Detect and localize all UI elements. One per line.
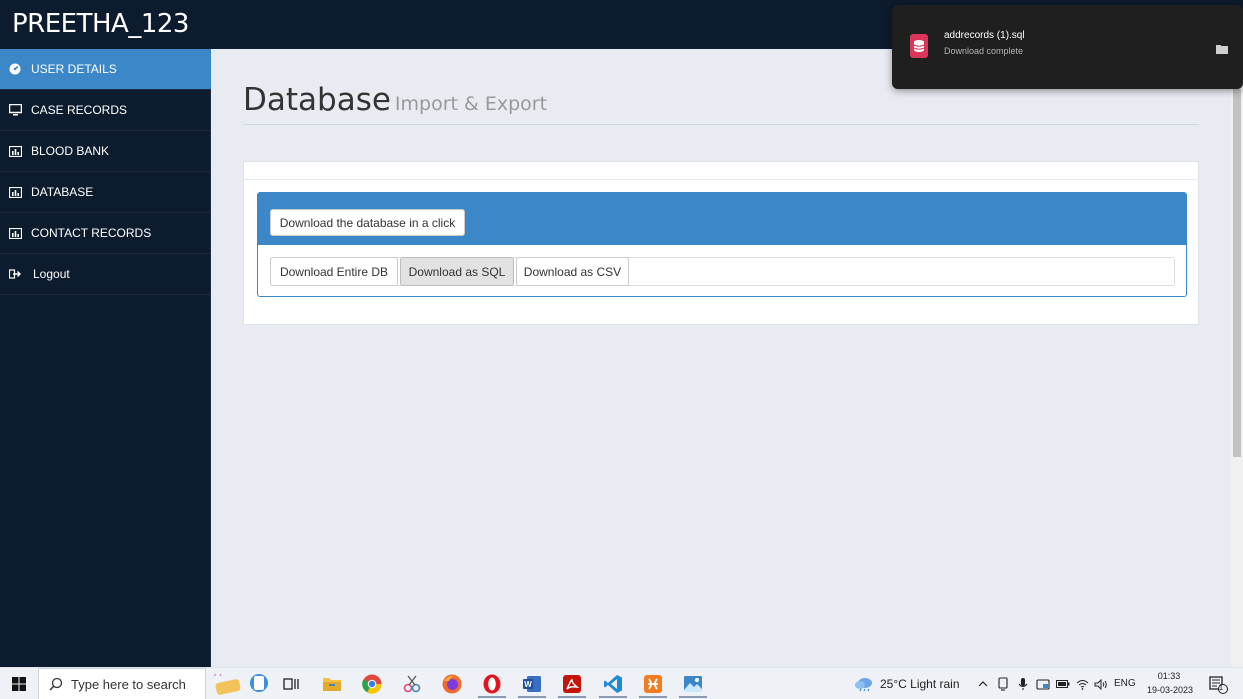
battery-icon[interactable] [1054, 672, 1072, 696]
download-status: Download complete [944, 46, 1024, 56]
page-subtitle: Import & Export [394, 93, 548, 115]
download-filename[interactable]: addrecords (1).sql [944, 30, 1025, 41]
download-entire-db-button[interactable]: Download Entire DB [270, 257, 398, 286]
folder-icon[interactable] [1216, 41, 1228, 54]
xampp-icon[interactable] [641, 672, 665, 696]
sidebar-item-label: Logout [33, 267, 70, 281]
export-box-header: Download the database in a click [258, 193, 1186, 245]
active-app-indicator [679, 696, 707, 698]
sidebar-item-user-details[interactable]: USER DETAILS [0, 49, 211, 90]
active-app-indicator [518, 696, 546, 698]
clock-date[interactable]: 19-03-2023 [1144, 685, 1196, 695]
download-notification[interactable]: addrecords (1).sql Download complete [892, 5, 1243, 89]
microphone-icon[interactable] [1015, 672, 1031, 696]
export-box: Download the database in a click Downloa… [257, 192, 1187, 297]
sidebar-item-logout[interactable]: Logout [0, 254, 211, 295]
firefox-icon[interactable] [440, 672, 464, 696]
search-icon [49, 677, 63, 691]
page-title: Database Import & Export [243, 82, 547, 118]
active-app-indicator [599, 696, 627, 698]
windows-start-icon[interactable] [7, 672, 31, 696]
sidebar-item-label: USER DETAILS [31, 62, 117, 76]
active-app-indicator [478, 696, 506, 698]
sidebar: USER DETAILS CASE RECORDS BLOOD BANK DAT… [0, 49, 211, 667]
monitor-icon [8, 104, 22, 116]
weather-cloud-icon[interactable] [852, 672, 876, 696]
task-view-icon[interactable] [279, 672, 303, 696]
logout-icon [8, 268, 22, 280]
bar-chart-icon [8, 186, 22, 198]
sidebar-item-label: CONTACT RECORDS [31, 226, 152, 240]
taskbar-search-box[interactable]: Type here to search [38, 668, 206, 699]
active-app-indicator [639, 696, 667, 698]
database-panel: Download the database in a click Downloa… [243, 161, 1199, 325]
sidebar-item-blood-bank[interactable]: BLOOD BANK [0, 131, 211, 172]
title-divider [243, 124, 1199, 125]
search-placeholder: Type here to search [71, 676, 186, 692]
page-scrollbar[interactable] [1231, 49, 1243, 667]
language-indicator[interactable]: ENG [1114, 678, 1136, 689]
scrollbar-thumb[interactable] [1233, 89, 1241, 457]
file-explorer-icon[interactable] [320, 672, 344, 696]
sidebar-item-database[interactable]: DATABASE [0, 172, 211, 213]
word-icon[interactable]: W [520, 672, 544, 696]
bar-chart-icon [8, 227, 22, 239]
download-csv-button[interactable]: Download as CSV [516, 257, 629, 286]
page-title-text: Database [243, 82, 391, 118]
svg-text:W: W [524, 680, 532, 689]
download-sql-button[interactable]: Download as SQL [400, 257, 514, 286]
panel-divider [244, 179, 1198, 180]
chrome-icon[interactable] [360, 672, 384, 696]
sidebar-item-label: CASE RECORDS [31, 103, 128, 117]
opera-icon[interactable] [480, 672, 504, 696]
photos-icon[interactable] [681, 672, 705, 696]
notification-count: 1 [1218, 683, 1224, 692]
vscode-icon[interactable] [601, 672, 625, 696]
search-highlight-icon[interactable] [212, 672, 270, 696]
snipping-tool-icon[interactable] [400, 672, 424, 696]
meet-now-icon[interactable] [995, 672, 1011, 696]
speaker-icon[interactable] [1093, 672, 1109, 696]
chevron-up-icon[interactable] [974, 672, 992, 696]
database-file-icon [910, 34, 928, 58]
camera-notify-icon[interactable] [1034, 672, 1052, 696]
sidebar-item-case-records[interactable]: CASE RECORDS [0, 90, 211, 131]
active-app-indicator [558, 696, 586, 698]
dashboard-icon [8, 63, 22, 75]
bar-chart-icon [8, 145, 22, 157]
clock-time[interactable]: 01:33 [1148, 671, 1190, 681]
windows-taskbar: Type here to search W 25°C Light rain EN… [0, 667, 1243, 699]
sidebar-item-label: DATABASE [31, 185, 94, 199]
acrobat-icon[interactable] [560, 672, 584, 696]
sidebar-item-label: BLOOD BANK [31, 144, 110, 158]
brand-title[interactable]: PREETHA_123 [12, 9, 189, 39]
download-database-button[interactable]: Download the database in a click [270, 209, 465, 236]
wifi-icon[interactable] [1074, 672, 1090, 696]
main-content: Database Import & Export Download the dat… [211, 49, 1231, 667]
weather-text[interactable]: 25°C Light rain [880, 677, 960, 691]
sidebar-item-contact-records[interactable]: CONTACT RECORDS [0, 213, 211, 254]
